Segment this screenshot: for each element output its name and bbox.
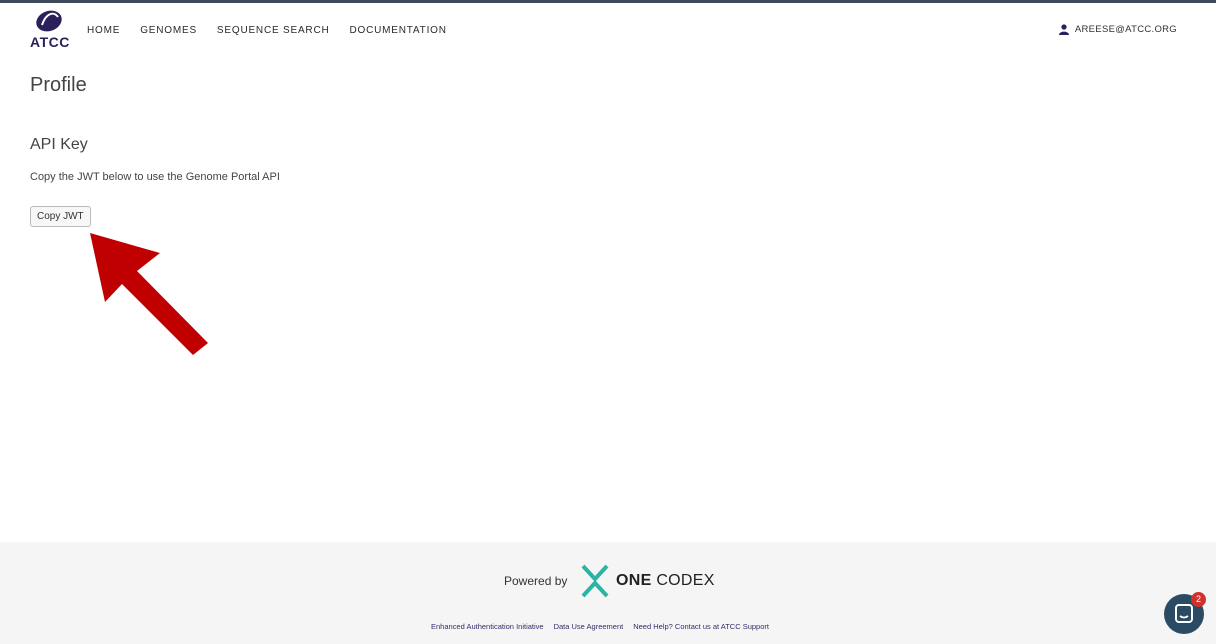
- nav-home[interactable]: HOME: [87, 25, 120, 36]
- one-codex-logo-icon: [581, 564, 609, 598]
- footer-link-support[interactable]: Need Help? Contact us at ATCC Support: [633, 622, 769, 631]
- footer-links: Enhanced Authentication Initiative Data …: [431, 622, 769, 631]
- user-email: AREESE@ATCC.ORG: [1074, 24, 1177, 35]
- footer: Powered by ONE CODEX Enhanced Authentica…: [0, 542, 1216, 644]
- one-codex-bold: ONE: [616, 572, 652, 589]
- api-key-heading: API Key: [30, 136, 88, 153]
- header: ATCC HOME GENOMES SEQUENCE SEARCH DOCUME…: [0, 3, 1216, 59]
- user-menu[interactable]: AREESE@ATCC.ORG: [1058, 24, 1177, 35]
- nav-sequence-search[interactable]: SEQUENCE SEARCH: [217, 25, 330, 36]
- copy-jwt-button[interactable]: Copy JWT: [30, 206, 91, 227]
- red-arrow-annotation: [90, 233, 208, 355]
- footer-link-enhanced-auth[interactable]: Enhanced Authentication Initiative: [431, 622, 544, 631]
- page-title: Profile: [30, 74, 87, 96]
- footer-link-data-use[interactable]: Data Use Agreement: [554, 622, 624, 631]
- main-nav: HOME GENOMES SEQUENCE SEARCH DOCUMENTATI…: [87, 25, 447, 36]
- chat-notification-badge: 2: [1191, 592, 1206, 607]
- atcc-logo-text: ATCC: [30, 34, 70, 50]
- powered-by-label: Powered by: [504, 574, 568, 588]
- nav-genomes[interactable]: GENOMES: [140, 25, 197, 36]
- user-icon: [1058, 24, 1069, 35]
- atcc-logo[interactable]: ATCC: [28, 9, 70, 51]
- nav-documentation[interactable]: DOCUMENTATION: [350, 25, 447, 36]
- api-key-description: Copy the JWT below to use the Genome Por…: [30, 171, 280, 183]
- one-codex-rest: CODEX: [651, 572, 715, 589]
- one-codex-wordmark[interactable]: ONE CODEX: [616, 572, 715, 590]
